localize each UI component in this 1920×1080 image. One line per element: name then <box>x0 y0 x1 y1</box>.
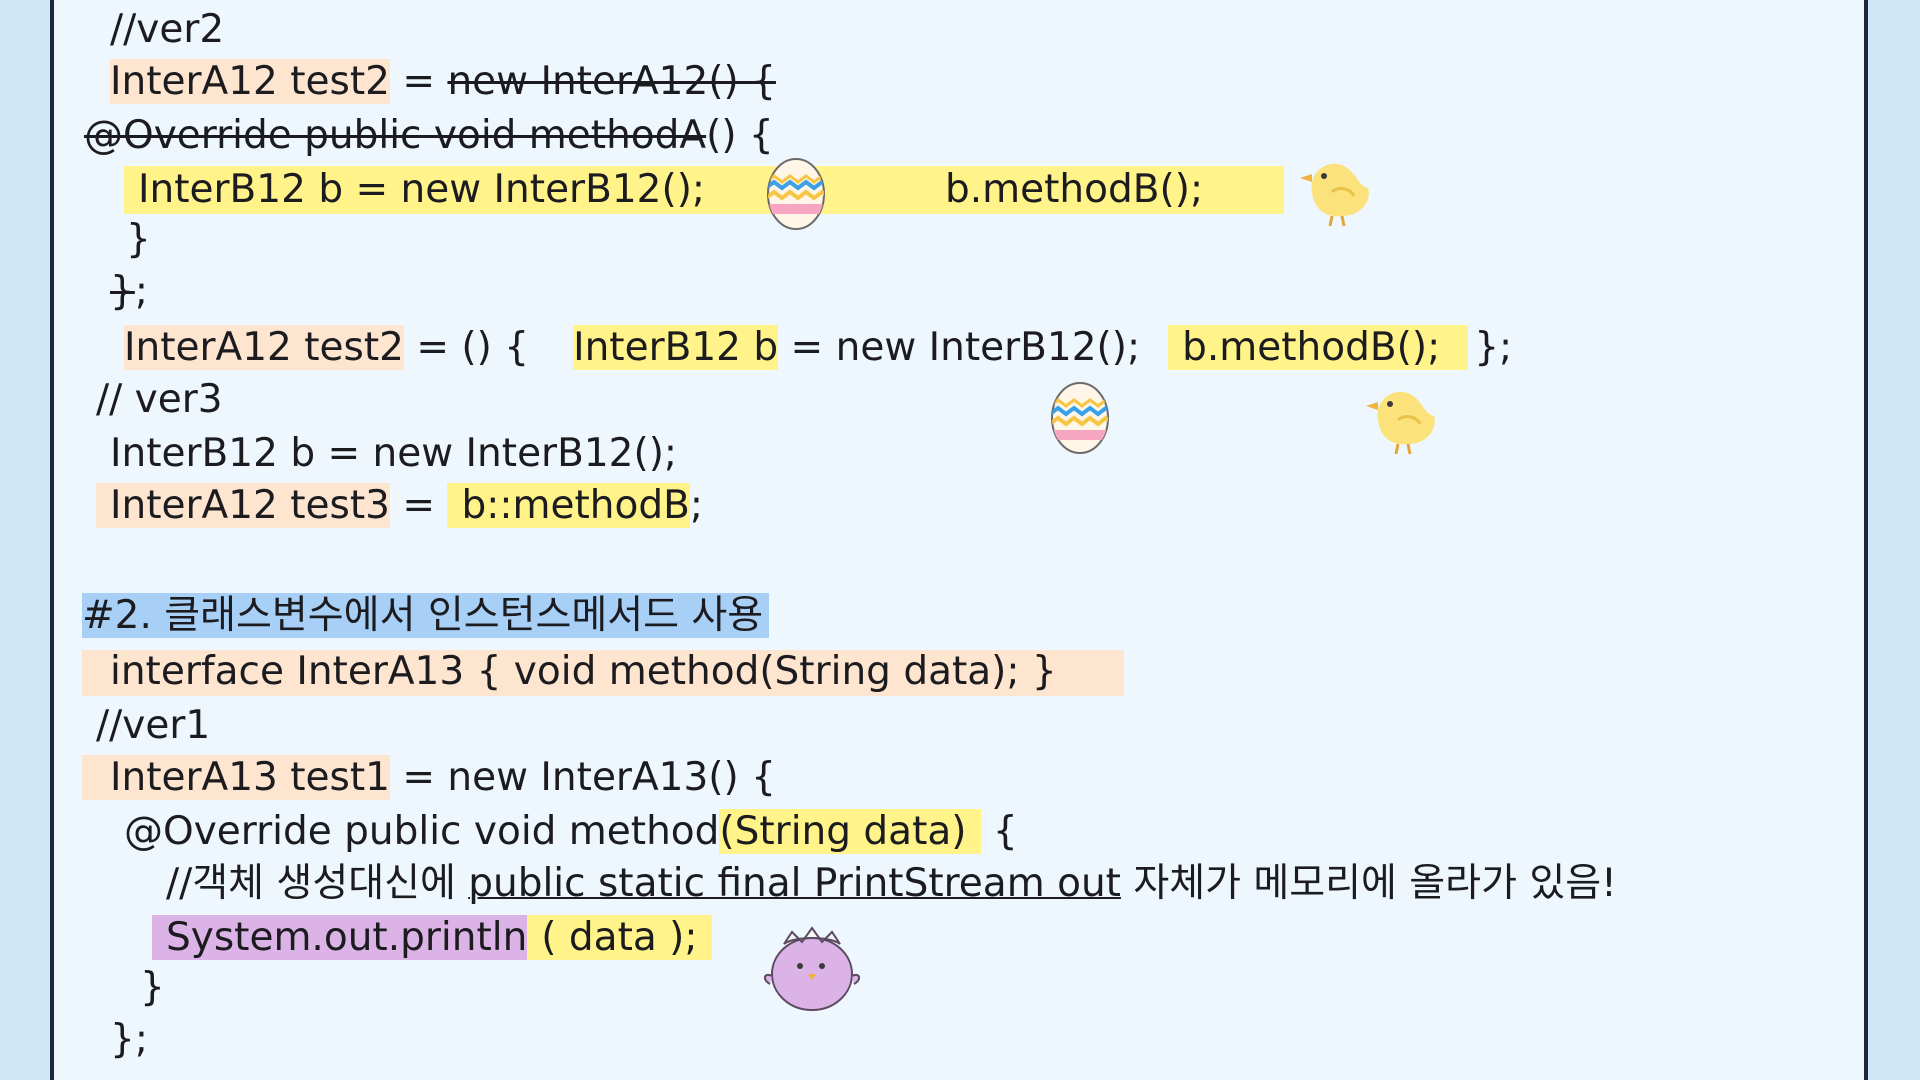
code-line-interface: interface InterA13 { void method(String … <box>110 649 1057 694</box>
code-line-override: @Override public void methodA() { <box>84 110 774 162</box>
lambda-var: InterB12 b <box>573 325 779 370</box>
code-line-test2-anon: InterA12 test2 = new InterA12() { <box>110 56 776 108</box>
brace-close-method: } <box>140 965 165 1010</box>
code-line-override-method: @Override public void method(String data… <box>124 806 1018 858</box>
code-comment-korean: //객체 생성대신에 public static final PrintStre… <box>166 858 1617 910</box>
easter-egg-icon <box>1051 382 1109 454</box>
system-out-println: System.out.println <box>152 915 528 960</box>
println-args: ( data ); <box>527 915 712 960</box>
code-line-interb12: InterB12 b = new InterB12(); <box>138 167 706 212</box>
printstream-decl: public static final PrintStream out <box>468 861 1121 906</box>
struck-brace: } <box>110 269 135 314</box>
page: //ver2 InterA12 test2 = new InterA12() {… <box>0 0 1920 1080</box>
section-heading: #2. 클래스변수에서 인스턴스메서드 사용 <box>82 590 770 642</box>
new-intera13: = new InterA13() { <box>389 755 776 800</box>
equals-ref: = <box>389 483 448 528</box>
brace-open: { <box>980 809 1018 854</box>
var-decl-test3: InterA12 test3 <box>96 483 390 528</box>
var-decl-lambda: InterA12 test2 <box>124 325 404 370</box>
comment-ver1: //ver1 <box>96 703 211 748</box>
easter-egg-icon <box>767 158 825 230</box>
override-method: @Override public void method <box>124 809 720 854</box>
semicolon: ; <box>134 269 148 314</box>
code-line-struck-close: }; <box>84 266 148 318</box>
chick-icon <box>1300 163 1369 227</box>
equals: = <box>389 59 448 104</box>
semicolon-ref: ; <box>689 483 703 528</box>
code-line-test1: InterA13 test1 = new InterA13() { <box>82 752 776 804</box>
comment-ver3: // ver3 <box>96 377 223 422</box>
param-string-data: (String data) <box>719 809 981 854</box>
comment-prefix: //객체 생성대신에 <box>166 861 469 906</box>
struck-override: @Override public void methodA <box>84 113 707 158</box>
var-decl-test1: InterA13 test1 <box>82 755 390 800</box>
chick-icon <box>1366 391 1435 455</box>
struck-constructor: new InterA12() { <box>447 59 776 104</box>
lambda-head: = () { <box>403 325 530 370</box>
lambda-new: = new InterB12(); <box>778 325 1141 370</box>
method-reference: b::methodB <box>447 483 690 528</box>
var-decl: InterA12 test2 <box>110 59 390 104</box>
code-line-b-decl: InterB12 b = new InterB12(); <box>110 431 678 476</box>
hatching-chick-icon <box>764 926 860 1011</box>
brace-close-class: }; <box>110 1017 148 1062</box>
code-line-println: System.out.println( data ); <box>152 912 712 964</box>
comment-ver2: //ver2 <box>110 7 225 52</box>
lambda-call: b.methodB(); <box>1168 325 1469 370</box>
brace-close: } <box>126 217 151 262</box>
code-line-method-ref: InterA12 test3 = b::methodB; <box>96 480 703 532</box>
paren-open: () { <box>706 113 774 158</box>
heading-text: #2. 클래스변수에서 인스턴스메서드 사용 <box>82 593 770 638</box>
lambda-close: }; <box>1474 325 1513 370</box>
code-method-call: b.methodB(); <box>945 167 1204 212</box>
comment-suffix: 자체가 메모리에 올라가 있음! <box>1120 861 1617 906</box>
code-line-lambda: InterA12 test2 = () { InterB12 b = new In… <box>124 322 1512 374</box>
